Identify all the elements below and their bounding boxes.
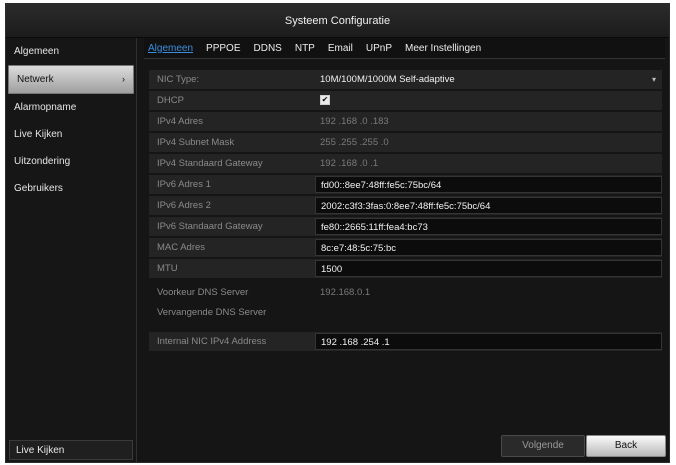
row-nic-type: NIC Type: 10M/100M/1000M Self-adaptive ▾	[149, 70, 662, 89]
chevron-down-icon: ▾	[651, 75, 656, 84]
row-internal-nic: Internal NIC IPv4 Address 192 .168 .254 …	[149, 332, 662, 351]
preferred-dns-field: 192.168.0.1	[320, 286, 371, 298]
field-label: NIC Type:	[157, 74, 200, 85]
ipv4-subnet-field: 255 .255 .255 .0	[320, 137, 389, 148]
field-label: Vervangende DNS Server	[157, 306, 267, 318]
dhcp-cell: ✔	[315, 92, 662, 109]
tab-ddns[interactable]: DDNS	[254, 43, 282, 54]
sidebar-item-label: Live Kijken	[14, 129, 63, 140]
tab-ntp[interactable]: NTP	[295, 43, 315, 54]
tab-pppoe[interactable]: PPPOE	[206, 43, 240, 54]
window-title: Systeem Configuratie	[6, 4, 669, 38]
field-label: DHCP	[157, 95, 184, 106]
tab-bar: Algemeen PPPOE DDNS NTP Email UPnP Meer …	[144, 38, 665, 59]
row-ipv6-gateway: IPv6 Standaard Gateway fe80::2665:11ff:f…	[149, 217, 662, 236]
field-label: IPv6 Adres 2	[157, 200, 211, 211]
ipv4-gateway-field: 192 .168 .0 .1	[320, 158, 379, 169]
alternate-dns-field	[315, 304, 662, 321]
row-mac-address: MAC Adres 8c:e7:48:5c:75:bc	[149, 238, 662, 257]
sidebar-item-label: Alarmopname	[14, 102, 77, 113]
sidebar-item-label: Gebruikers	[14, 183, 63, 194]
sidebar-item-alarmopname[interactable]: Alarmopname	[6, 94, 136, 121]
chevron-right-icon: ›	[122, 74, 125, 84]
tab-algemeen[interactable]: Algemeen	[148, 43, 193, 54]
field-label: Internal NIC IPv4 Address	[157, 336, 267, 347]
row-ipv4-address: IPv4 Adres 192 .168 .0 .183	[149, 112, 662, 131]
row-preferred-dns: Voorkeur DNS Server 192.168.0.1	[149, 282, 662, 302]
ipv6-address-1-field[interactable]: fd00::8ee7:48ff:fe5c:75bc/64	[315, 176, 662, 193]
main-panel: Algemeen PPPOE DDNS NTP Email UPnP Meer …	[144, 38, 666, 462]
live-view-button[interactable]: Live Kijken	[9, 440, 133, 460]
row-ipv4-subnet: IPv4 Subnet Mask 255 .255 .255 .0	[149, 133, 662, 152]
sidebar-item-netwerk[interactable]: Netwerk ›	[8, 65, 134, 94]
sidebar-item-gebruikers[interactable]: Gebruikers	[6, 175, 136, 202]
mtu-field[interactable]: 1500	[315, 260, 662, 277]
row-mtu: MTU 1500	[149, 259, 662, 278]
ipv6-gateway-field[interactable]: fe80::2665:11ff:fea4:bc73	[315, 218, 662, 235]
field-label: IPv4 Subnet Mask	[157, 137, 235, 148]
field-label: IPv6 Adres 1	[157, 179, 211, 190]
row-ipv6-address-2: IPv6 Adres 2 2002:c3f3:3fas:0:8ee7:48ff:…	[149, 196, 662, 215]
field-label: Voorkeur DNS Server	[157, 286, 249, 298]
tab-upnp[interactable]: UPnP	[366, 43, 392, 54]
sidebar-item-algemeen[interactable]: Algemeen	[6, 38, 136, 65]
settings-form: NIC Type: 10M/100M/1000M Self-adaptive ▾ …	[149, 70, 662, 351]
back-button[interactable]: Back	[586, 435, 666, 457]
dhcp-checkbox[interactable]: ✔	[320, 95, 330, 106]
sidebar-item-label: Netwerk	[17, 74, 54, 85]
config-window: Systeem Configuratie Algemeen Netwerk › A…	[5, 3, 670, 463]
ipv6-address-2-field[interactable]: 2002:c3f3:3fas:0:8ee7:48ff:fe5c:75bc/64	[315, 197, 662, 214]
field-label: IPv6 Standaard Gateway	[157, 221, 263, 232]
sidebar-item-live-kijken[interactable]: Live Kijken	[6, 121, 136, 148]
tab-meer-instellingen[interactable]: Meer Instellingen	[405, 43, 481, 54]
sidebar-item-label: Uitzondering	[14, 156, 71, 167]
next-button[interactable]: Volgende	[501, 435, 585, 457]
sidebar-item-uitzondering[interactable]: Uitzondering	[6, 148, 136, 175]
field-label: IPv4 Adres	[157, 116, 203, 127]
select-value: 10M/100M/1000M Self-adaptive	[320, 74, 455, 85]
row-ipv6-address-1: IPv6 Adres 1 fd00::8ee7:48ff:fe5c:75bc/6…	[149, 175, 662, 194]
nic-type-select[interactable]: 10M/100M/1000M Self-adaptive ▾	[315, 71, 662, 88]
mac-address-field[interactable]: 8c:e7:48:5c:75:bc	[315, 239, 662, 256]
tab-email[interactable]: Email	[328, 43, 353, 54]
ipv4-address-field: 192 .168 .0 .183	[320, 116, 389, 127]
field-label: IPv4 Standaard Gateway	[157, 158, 263, 169]
row-alternate-dns: Vervangende DNS Server	[149, 302, 662, 322]
field-label: MTU	[157, 263, 178, 274]
sidebar: Algemeen Netwerk › Alarmopname Live Kijke…	[6, 38, 137, 462]
field-label: MAC Adres	[157, 242, 206, 253]
sidebar-item-label: Algemeen	[14, 46, 60, 57]
row-ipv4-gateway: IPv4 Standaard Gateway 192 .168 .0 .1	[149, 154, 662, 173]
row-dhcp: DHCP ✔	[149, 91, 662, 110]
internal-nic-field[interactable]: 192 .168 .254 .1	[315, 333, 662, 350]
